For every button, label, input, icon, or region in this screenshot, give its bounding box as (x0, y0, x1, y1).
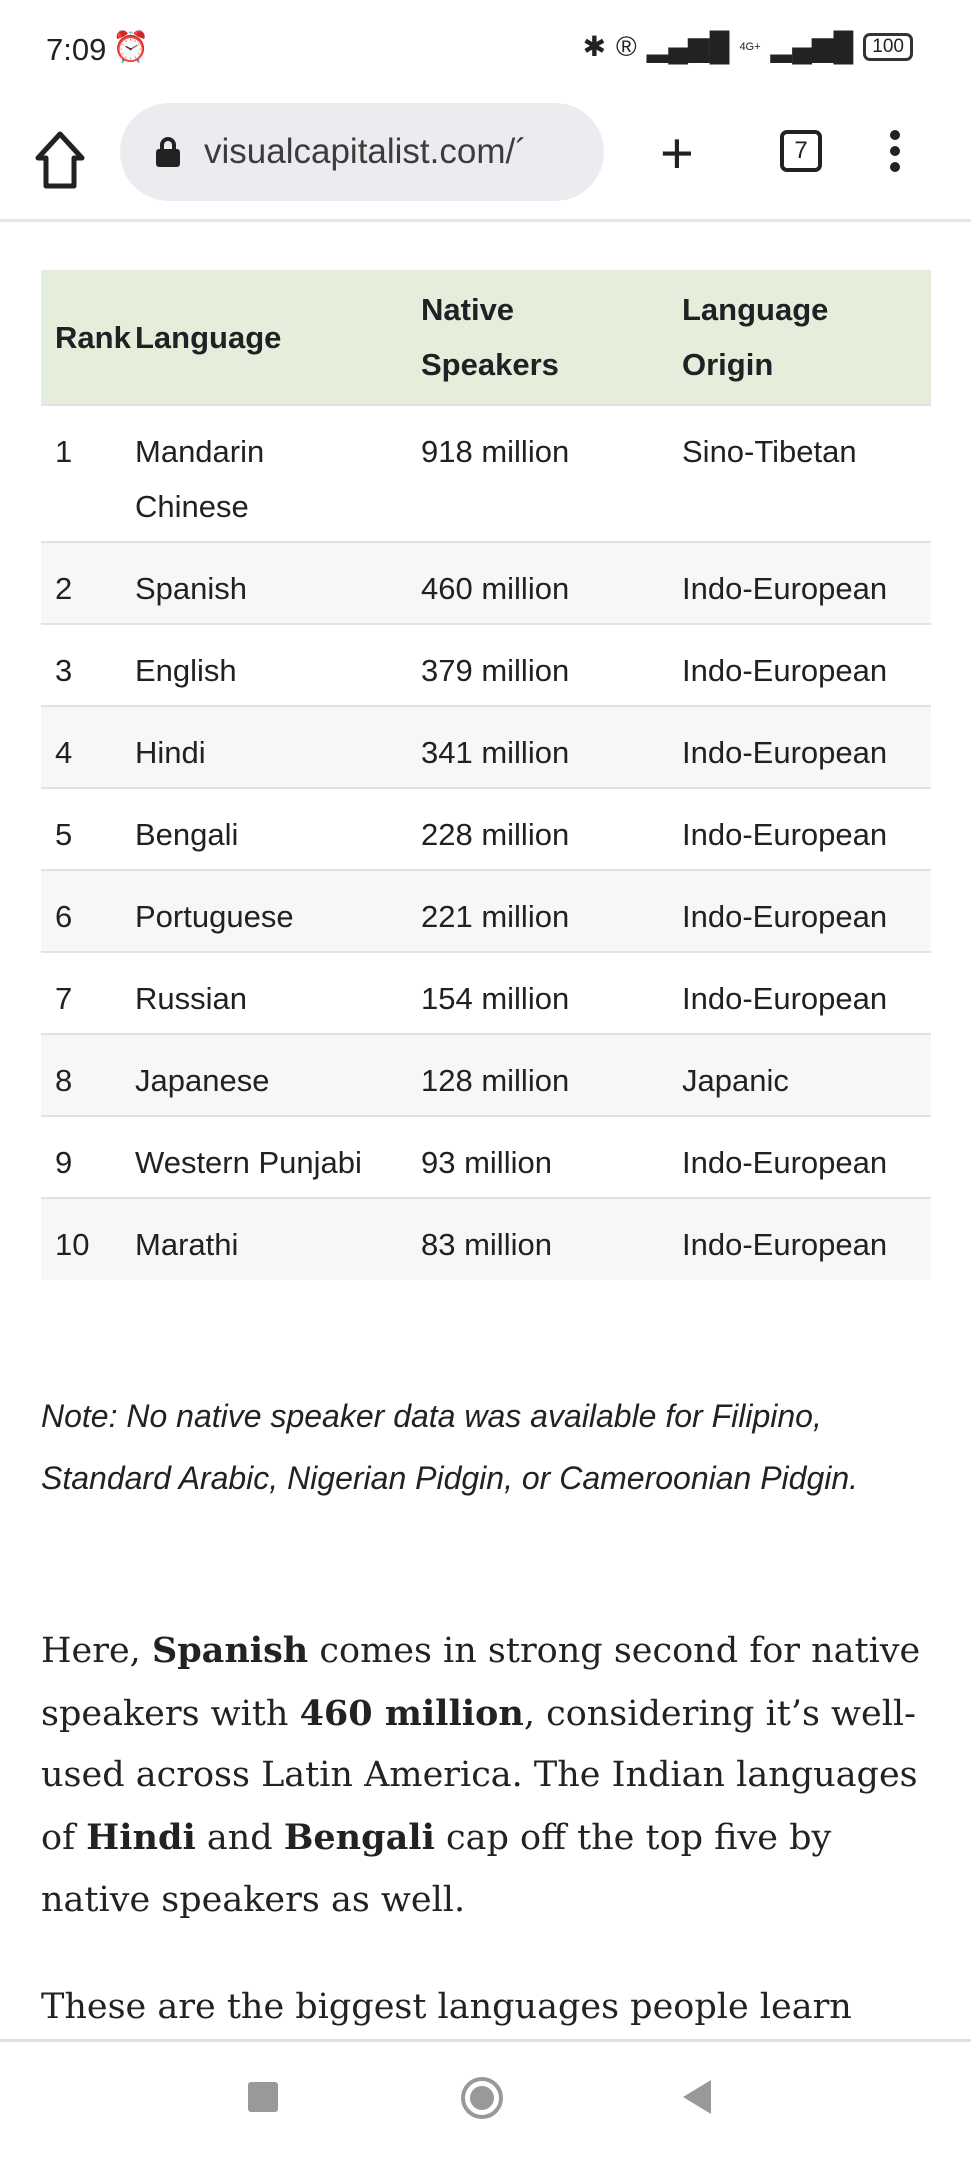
more-menu-icon[interactable] (890, 130, 900, 178)
table-row: 10 Marathi 83 million Indo-European (41, 1197, 931, 1280)
language-cell: Japanese (135, 1033, 421, 1116)
rank-cell: 3 (41, 623, 135, 706)
header-rank: Rank (41, 270, 135, 405)
address-bar[interactable]: visualcapitalist.com/´ (120, 103, 604, 201)
browser-toolbar: visualcapitalist.com/´ + 7 (0, 100, 971, 222)
language-cell: English (135, 623, 421, 706)
recents-button[interactable] (248, 2082, 278, 2112)
header-native-speakers: Native Speakers (421, 270, 682, 405)
signal-icon-2: ▂▄▆█ (770, 31, 854, 62)
bold-text: 460 million (299, 1692, 524, 1734)
bold-text: Bengali (283, 1817, 435, 1859)
origin-cell: Japanic (682, 1033, 931, 1116)
header-language: Language (135, 270, 421, 405)
origin-cell: Indo-European (682, 1197, 931, 1280)
table-row: 7 Russian 154 million Indo-European (41, 951, 931, 1034)
speakers-cell: 918 million (421, 404, 682, 542)
table-row: 6 Portuguese 221 million Indo-European (41, 869, 931, 952)
header-language-origin: Language Origin (682, 270, 931, 405)
body-paragraph-2: These are the biggest languages people l… (41, 1987, 852, 2027)
rank-cell: 9 (41, 1115, 135, 1198)
url-text: visualcapitalist.com/´ (204, 132, 527, 171)
language-cell: Hindi (135, 705, 421, 788)
tab-switcher-button[interactable]: 7 (780, 130, 822, 172)
language-cell: Mandarin Chinese (135, 404, 421, 542)
home-icon[interactable] (34, 130, 86, 190)
origin-cell: Indo-European (682, 869, 931, 952)
signal-icon: ▂▄▆█ (646, 31, 730, 62)
speakers-cell: 128 million (421, 1033, 682, 1116)
speakers-cell: 221 million (421, 869, 682, 952)
origin-cell: Indo-European (682, 951, 931, 1034)
table-row: 1 Mandarin Chinese 918 million Sino-Tibetan (41, 404, 931, 542)
bold-text: Spanish (151, 1630, 309, 1671)
alarm-icon: ⏰ (112, 31, 150, 64)
table-row: 5 Bengali 228 million Indo-European (41, 787, 931, 870)
language-cell: Western Punjabi (135, 1115, 421, 1198)
network-type: 4G+ (739, 40, 761, 53)
rank-cell: 6 (41, 869, 135, 952)
language-cell: Portuguese (135, 869, 421, 952)
rank-cell: 1 (41, 404, 135, 542)
table-row: 9 Western Punjabi 93 million Indo-European (41, 1115, 931, 1198)
language-cell: Bengali (135, 787, 421, 870)
speakers-cell: 154 million (421, 951, 682, 1034)
home-button[interactable] (461, 2077, 503, 2119)
speakers-cell: 341 million (421, 705, 682, 788)
text: and (195, 1818, 284, 1859)
table-row: 3 English 379 million Indo-European (41, 623, 931, 706)
origin-cell: Indo-European (682, 1115, 931, 1198)
speakers-cell: 460 million (421, 541, 682, 624)
text: Here, (41, 1631, 152, 1671)
bluetooth-icon: ✱ (582, 31, 607, 62)
back-button[interactable] (683, 2080, 711, 2114)
status-bar: 7:09 ⏰ ✱ ® ▂▄▆█ 4G+ ▂▄▆█ 100 (0, 0, 971, 100)
speakers-cell: 228 million (421, 787, 682, 870)
table-row: 2 Spanish 460 million Indo-European (41, 541, 931, 624)
note-text: Note: No native speaker data was availab… (41, 1398, 859, 1496)
bold-text: Hindi (86, 1817, 196, 1859)
speakers-cell: 379 million (421, 623, 682, 706)
rank-cell: 5 (41, 787, 135, 870)
roaming-icon: ® (616, 30, 637, 62)
rank-cell: 4 (41, 705, 135, 788)
new-tab-icon[interactable]: + (660, 120, 694, 187)
clock: 7:09 (46, 32, 107, 67)
rank-cell: 10 (41, 1197, 135, 1280)
language-cell: Spanish (135, 541, 421, 624)
rank-cell: 7 (41, 951, 135, 1034)
origin-cell: Indo-European (682, 541, 931, 624)
origin-cell: Indo-European (682, 787, 931, 870)
battery-icon: 100 (863, 32, 913, 61)
language-cell: Russian (135, 951, 421, 1034)
table-row: 8 Japanese 128 million Japanic (41, 1033, 931, 1116)
lock-icon (156, 137, 180, 167)
speakers-cell: 93 million (421, 1115, 682, 1198)
table-row: 4 Hindi 341 million Indo-European (41, 705, 931, 788)
rank-cell: 8 (41, 1033, 135, 1116)
language-cell: Marathi (135, 1197, 421, 1280)
origin-cell: Indo-European (682, 705, 931, 788)
speakers-cell: 83 million (421, 1197, 682, 1280)
rank-cell: 2 (41, 541, 135, 624)
origin-cell: Indo-European (682, 623, 931, 706)
system-nav-bar (0, 2039, 971, 2157)
origin-cell: Sino-Tibetan (682, 404, 931, 542)
languages-table: Rank Language Native Speakers Language O… (41, 270, 931, 1280)
body-paragraph: Here, Spanish comes in strong second for… (41, 1620, 941, 1932)
table-header: Rank Language Native Speakers Language O… (41, 270, 931, 405)
